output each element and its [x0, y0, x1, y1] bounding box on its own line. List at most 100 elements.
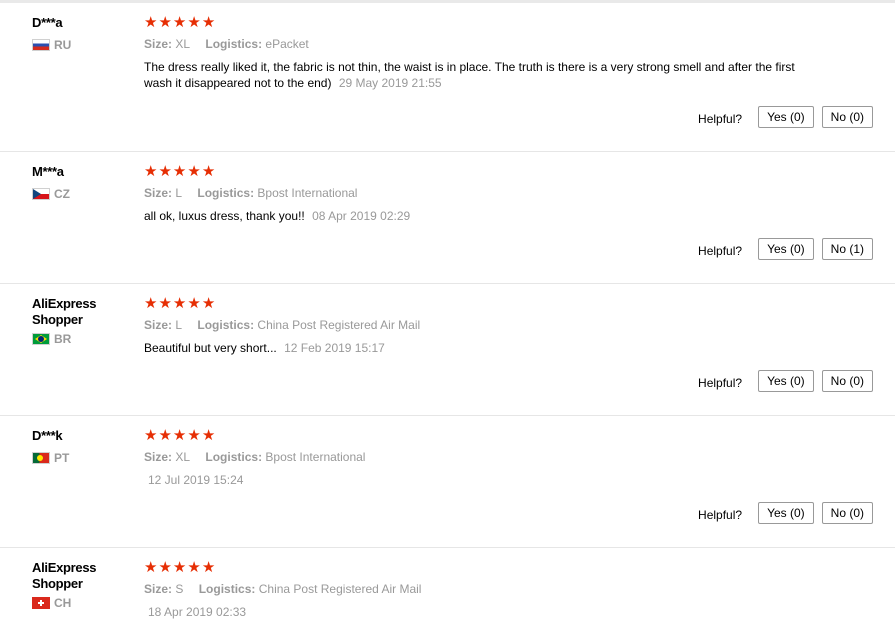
star-icon: ★	[144, 163, 159, 180]
star-icon: ★	[172, 295, 188, 312]
helpful-label: Helpful?	[698, 112, 743, 126]
review-item: D***k PT ★★★★★ Size: XL Logistics: Bpost…	[0, 416, 895, 548]
review-date: 18 Apr 2019 02:33	[148, 605, 247, 619]
size-value: XL	[175, 37, 191, 51]
buyer-info: AliExpress Shopper BR	[32, 296, 137, 346]
size-label: Size:	[144, 582, 173, 596]
size-value: L	[175, 318, 183, 332]
review-item: AliExpress Shopper BR ★★★★★ Size: L Logi…	[0, 284, 895, 416]
review-text-block: all ok, luxus dress, thank you!! 08 Apr …	[144, 208, 804, 224]
star-icon: ★	[201, 14, 217, 31]
review-item: M***a CZ ★★★★★ Size: L Logistics: Bpost …	[0, 152, 895, 284]
country-code: RU	[54, 38, 72, 52]
helpful-vote: Helpful? Yes (0) No (1)	[698, 238, 873, 260]
star-icon: ★	[201, 427, 217, 444]
review-item: D***a RU ★★★★★ Size: XL Logistics: ePack…	[0, 3, 895, 152]
brazil-flag-icon	[32, 333, 50, 345]
review-text-block: Beautiful but very short... 12 Feb 2019 …	[144, 340, 804, 356]
star-icon: ★	[187, 427, 202, 444]
buyer-country: PT	[32, 451, 137, 465]
switzerland-flag-icon	[32, 597, 50, 609]
logistics-value: ePacket	[265, 37, 309, 51]
review-text-block: The dress really liked it, the fabric is…	[144, 59, 804, 91]
buyer-country: CZ	[32, 187, 137, 201]
buyer-country: BR	[32, 332, 137, 346]
order-attributes: Size: L Logistics: China Post Registered…	[144, 317, 804, 333]
logistics-value: China Post Registered Air Mail	[257, 318, 421, 332]
size-label: Size:	[144, 318, 173, 332]
star-icon: ★	[187, 559, 202, 576]
size-label: Size:	[144, 450, 173, 464]
order-attributes: Size: XL Logistics: Bpost International	[144, 449, 804, 465]
star-icon: ★	[187, 295, 202, 312]
review-content: ★★★★★ Size: XL Logistics: Bpost Internat…	[144, 428, 804, 488]
review-content: ★★★★★ Size: S Logistics: China Post Regi…	[144, 560, 804, 620]
czech-flag-icon	[32, 188, 50, 200]
helpful-yes-button[interactable]: Yes (0)	[758, 106, 814, 128]
logistics-value: Bpost International	[265, 450, 366, 464]
size-label: Size:	[144, 186, 173, 200]
helpful-yes-button[interactable]: Yes (0)	[758, 370, 814, 392]
feedback-list: D***a RU ★★★★★ Size: XL Logistics: ePack…	[0, 0, 895, 628]
size-value: L	[175, 186, 183, 200]
review-text-block: 18 Apr 2019 02:33	[144, 604, 804, 620]
review-item: AliExpress Shopper CH ★★★★★ Size: S Logi…	[0, 548, 895, 628]
russia-flag-icon	[32, 39, 50, 51]
buyer-name: D***a	[32, 15, 63, 30]
logistics-label: Logistics:	[198, 582, 256, 596]
helpful-vote: Helpful? Yes (0) No (0)	[698, 106, 873, 128]
star-icon: ★	[201, 559, 217, 576]
helpful-label: Helpful?	[698, 244, 743, 258]
star-icon: ★	[201, 163, 217, 180]
logistics-label: Logistics:	[205, 37, 263, 51]
logistics-value: China Post Registered Air Mail	[258, 582, 422, 596]
logistics-label: Logistics:	[197, 186, 255, 200]
country-code: PT	[54, 451, 70, 465]
review-content: ★★★★★ Size: XL Logistics: ePacket The dr…	[144, 15, 804, 91]
review-date: 29 May 2019 21:55	[338, 76, 442, 90]
star-rating: ★★★★★	[144, 164, 804, 180]
star-icon: ★	[158, 14, 173, 31]
buyer-info: D***a RU	[32, 15, 137, 52]
helpful-yes-button[interactable]: Yes (0)	[758, 238, 814, 260]
star-icon: ★	[172, 14, 188, 31]
order-attributes: Size: L Logistics: Bpost International	[144, 185, 804, 201]
star-icon: ★	[144, 14, 159, 31]
star-rating: ★★★★★	[144, 15, 804, 31]
helpful-no-button[interactable]: No (0)	[821, 106, 873, 128]
helpful-no-button[interactable]: No (0)	[821, 502, 873, 524]
review-text: Beautiful but very short...	[144, 341, 277, 355]
helpful-yes-button[interactable]: Yes (0)	[758, 502, 814, 524]
star-icon: ★	[172, 163, 188, 180]
buyer-name: M***a	[32, 164, 64, 179]
review-date: 12 Jul 2019 15:24	[148, 473, 244, 487]
buyer-info: AliExpress Shopper CH	[32, 560, 137, 610]
buyer-name: AliExpress Shopper	[32, 560, 97, 591]
buyer-info: M***a CZ	[32, 164, 137, 201]
country-code: BR	[54, 332, 72, 346]
review-text: all ok, luxus dress, thank you!!	[144, 209, 305, 223]
size-label: Size:	[144, 37, 173, 51]
helpful-vote: Helpful? Yes (0) No (0)	[698, 502, 873, 524]
buyer-name: D***k	[32, 428, 63, 443]
order-attributes: Size: XL Logistics: ePacket	[144, 36, 804, 52]
star-icon: ★	[158, 163, 173, 180]
helpful-vote: Helpful? Yes (0) No (0)	[698, 370, 873, 392]
helpful-label: Helpful?	[698, 508, 743, 522]
star-icon: ★	[172, 559, 188, 576]
review-content: ★★★★★ Size: L Logistics: Bpost Internati…	[144, 164, 804, 224]
logistics-label: Logistics:	[197, 318, 255, 332]
country-code: CZ	[54, 187, 70, 201]
star-rating: ★★★★★	[144, 560, 804, 576]
star-rating: ★★★★★	[144, 428, 804, 444]
review-content: ★★★★★ Size: L Logistics: China Post Regi…	[144, 296, 804, 356]
country-code: CH	[54, 596, 72, 610]
helpful-no-button[interactable]: No (0)	[821, 370, 873, 392]
order-attributes: Size: S Logistics: China Post Registered…	[144, 581, 804, 597]
star-icon: ★	[144, 427, 159, 444]
review-date: 08 Apr 2019 02:29	[312, 209, 411, 223]
buyer-name: AliExpress Shopper	[32, 296, 97, 327]
helpful-no-button[interactable]: No (1)	[821, 238, 873, 260]
star-rating: ★★★★★	[144, 296, 804, 312]
star-icon: ★	[144, 295, 159, 312]
